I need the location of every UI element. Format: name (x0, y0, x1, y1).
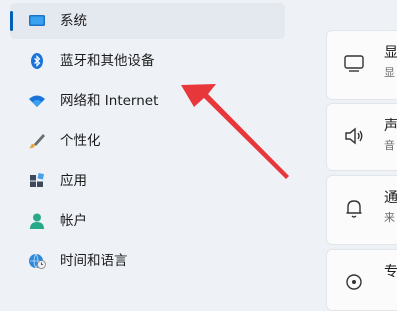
card-title: 专 (384, 264, 397, 280)
focus-icon (346, 274, 362, 290)
nav-item-personalization[interactable]: 个性化 (10, 123, 285, 159)
nav-label: 时间和语言 (60, 253, 128, 269)
display-card[interactable]: 显 显 (326, 30, 397, 100)
nav-label: 系统 (60, 13, 87, 29)
card-title: 显 (384, 45, 397, 61)
focus-card[interactable]: 专 (326, 249, 397, 311)
nav-label: 网络和 Internet (60, 93, 159, 109)
bluetooth-icon (31, 53, 43, 69)
nav-item-time-language[interactable]: 时间和语言 (10, 243, 285, 279)
account-icon (30, 213, 44, 229)
card-subtitle: 音 (384, 139, 395, 152)
card-title: 通 (384, 190, 397, 206)
nav-label: 应用 (60, 173, 87, 189)
nav-item-accounts[interactable]: 帐户 (10, 203, 285, 239)
card-subtitle: 来 (384, 211, 395, 224)
settings-nav: 系统 蓝牙和其他设备 网络和 Internet 个性化 应用 帐户 时间和语言 (0, 0, 290, 279)
nav-label: 帐户 (60, 213, 87, 229)
sound-card[interactable]: 声 音 (326, 103, 397, 171)
nav-label: 个性化 (60, 133, 101, 149)
card-title: 声 (384, 118, 397, 134)
globe-clock-icon (29, 253, 46, 269)
wifi-icon (29, 95, 45, 107)
nav-label: 蓝牙和其他设备 (60, 53, 155, 69)
brush-icon (29, 134, 45, 149)
display-icon (344, 55, 364, 72)
apps-icon (30, 173, 45, 187)
selection-indicator (10, 11, 13, 31)
sound-icon (345, 127, 363, 145)
card-subtitle: 显 (384, 66, 395, 79)
bell-icon (346, 200, 362, 218)
nav-item-apps[interactable]: 应用 (10, 163, 285, 199)
nav-item-network[interactable]: 网络和 Internet (10, 83, 285, 119)
nav-item-bluetooth[interactable]: 蓝牙和其他设备 (10, 43, 285, 79)
system-icon (29, 15, 45, 26)
nav-item-system[interactable]: 系统 (10, 3, 285, 39)
notifications-card[interactable]: 通 来 (326, 175, 397, 245)
